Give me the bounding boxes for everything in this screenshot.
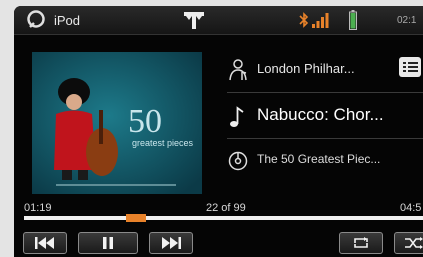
album-name: The 50 Greatest Piec...	[257, 152, 381, 166]
remaining-time: 04:5	[400, 202, 422, 214]
clock: 02:1	[397, 15, 417, 26]
status-bar: iPod 02:1	[14, 6, 423, 35]
artist-name: London Philhar...	[257, 61, 355, 76]
next-track-icon	[162, 237, 181, 249]
album-art: 50 greatest pieces	[32, 52, 202, 194]
track-position: 22 of 99	[206, 202, 246, 214]
track-list-button[interactable]	[399, 57, 421, 77]
song-title: Nabucco: Chor...	[257, 105, 384, 124]
progress-fill	[24, 216, 136, 220]
album-disc-icon	[228, 151, 248, 171]
elapsed-time: 01:19	[24, 202, 52, 214]
shuffle-icon	[405, 237, 423, 249]
song-row: Nabucco: Chor...	[227, 101, 423, 133]
signal-antenna-icon	[184, 12, 204, 29]
pause-icon	[103, 237, 113, 249]
list-icon	[403, 62, 418, 72]
next-track-button[interactable]	[149, 232, 193, 254]
repeat-icon	[354, 237, 368, 248]
pause-button[interactable]	[78, 232, 138, 254]
album-row: The 50 Greatest Piec...	[227, 145, 423, 177]
row-divider	[227, 138, 423, 139]
progress-knob[interactable]	[125, 214, 146, 222]
progress-bar[interactable]	[24, 214, 423, 222]
signal-bars-icon	[312, 13, 329, 28]
bluetooth-icon	[299, 12, 309, 28]
artist-icon	[229, 59, 247, 81]
previous-track-icon	[35, 237, 54, 249]
battery-icon	[349, 10, 357, 30]
artist-row: London Philhar...	[227, 54, 423, 86]
music-note-icon	[230, 106, 244, 127]
previous-track-button[interactable]	[23, 232, 67, 254]
shuffle-button[interactable]	[394, 232, 423, 254]
repeat-button[interactable]	[339, 232, 383, 254]
ipod-app-icon[interactable]	[26, 10, 46, 30]
car-display-screen: iPod 02:1 50 greatest pieces London Phil…	[14, 6, 423, 257]
row-divider	[227, 92, 423, 93]
album-art-number: 50	[128, 103, 162, 140]
app-title: iPod	[54, 13, 81, 28]
album-art-subtitle: greatest pieces	[132, 138, 194, 148]
